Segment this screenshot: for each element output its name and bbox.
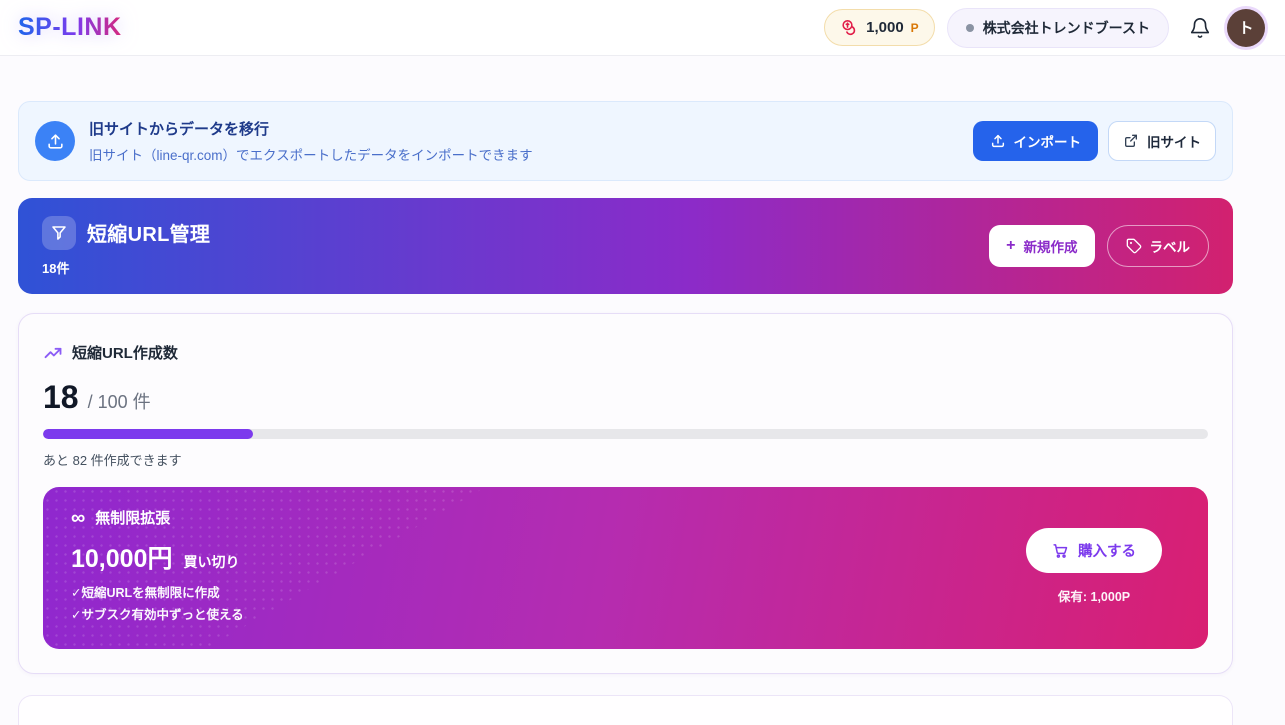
next-section-card <box>18 695 1233 725</box>
labels-button-label: ラベル <box>1150 236 1191 256</box>
company-name: 株式会社トレンドブースト <box>983 18 1150 38</box>
migration-banner-text: 旧サイトからデータを移行 旧サイト（line-qr.com）でエクスポートしたデ… <box>89 118 533 164</box>
promo-feature: ✓サブスク有効中ずっと使える <box>71 605 244 627</box>
points-badge[interactable]: 1,000 P <box>824 9 935 46</box>
promo-price: 10,000円 <box>71 539 172 575</box>
page-title: 短縮URL管理 <box>87 218 210 247</box>
old-site-button-label: 旧サイト <box>1147 131 1201 151</box>
trending-up-icon <box>43 343 63 363</box>
url-management-header: 短縮URL管理 18件 + 新規作成 ラベル <box>18 198 1233 294</box>
url-management-actions: + 新規作成 ラベル <box>989 225 1209 267</box>
import-button-label: インポート <box>1014 131 1082 151</box>
purchase-button-label: 購入する <box>1078 540 1136 561</box>
points-unit: P <box>911 21 919 35</box>
created-count: 18 <box>43 379 79 416</box>
filter-icon <box>50 224 68 242</box>
usage-progress-bar <box>43 429 1208 439</box>
unlimited-upgrade-promo: ∞ 無制限拡張 10,000円 買い切り ✓短縮URLを無制限に作成 ✓サブスク… <box>43 487 1208 649</box>
promo-feature: ✓短縮URLを無制限に作成 <box>71 583 244 605</box>
promo-title: 無制限拡張 <box>95 507 170 528</box>
main-content: 旧サイトからデータを移行 旧サイト（line-qr.com）でエクスポートしたデ… <box>18 101 1233 725</box>
status-dot-icon <box>966 24 974 32</box>
coins-icon <box>840 18 859 37</box>
header-actions: 1,000 P 株式会社トレンドブースト ト <box>824 8 1269 48</box>
import-button[interactable]: インポート <box>973 121 1099 161</box>
plus-icon: + <box>1006 238 1015 254</box>
labels-button[interactable]: ラベル <box>1107 225 1210 267</box>
filter-icon-badge <box>42 216 76 250</box>
create-new-button[interactable]: + 新規作成 <box>989 225 1094 267</box>
points-balance-text: 保有: 1,000P <box>1026 586 1162 605</box>
url-creation-stats-card: 短縮URL作成数 18 / 100 件 あと 82 件作成できます ∞ 無制限拡… <box>18 313 1233 674</box>
upload-icon-badge <box>35 121 75 161</box>
purchase-button[interactable]: 購入する <box>1026 528 1162 573</box>
remaining-count-text: あと 82 件作成できます <box>43 450 1208 469</box>
url-count-badge: 18件 <box>42 258 210 277</box>
upload-icon <box>990 133 1006 149</box>
old-site-button[interactable]: 旧サイト <box>1108 121 1216 161</box>
bell-icon <box>1189 17 1211 39</box>
migration-banner-subtitle: 旧サイト（line-qr.com）でエクスポートしたデータをインポートできます <box>89 144 533 164</box>
progress-fill <box>43 429 253 439</box>
notifications-button[interactable] <box>1185 13 1215 43</box>
migration-banner: 旧サイトからデータを移行 旧サイト（line-qr.com）でエクスポートしたデ… <box>18 101 1233 181</box>
upload-icon <box>46 132 65 151</box>
stats-card-title: 短縮URL作成数 <box>72 342 178 363</box>
promo-feature-list: ✓短縮URLを無制限に作成 ✓サブスク有効中ずっと使える <box>71 583 244 627</box>
promo-details: ∞ 無制限拡張 10,000円 買い切り ✓短縮URLを無制限に作成 ✓サブスク… <box>71 507 244 627</box>
avatar-letter: ト <box>1238 17 1253 38</box>
cart-icon <box>1052 542 1069 559</box>
migration-banner-actions: インポート 旧サイト <box>973 121 1217 161</box>
user-avatar[interactable]: ト <box>1227 9 1265 47</box>
app-logo[interactable]: SP-LINK <box>10 9 130 46</box>
external-link-icon <box>1123 133 1139 149</box>
promo-price-note: 買い切り <box>183 552 239 572</box>
app-header: SP-LINK 1,000 P 株式会社トレンドブースト <box>0 0 1285 56</box>
infinity-icon: ∞ <box>71 508 85 528</box>
tag-icon <box>1126 238 1142 254</box>
create-new-button-label: 新規作成 <box>1024 236 1078 256</box>
migration-banner-title: 旧サイトからデータを移行 <box>89 118 533 139</box>
count-limit: / 100 件 <box>88 388 151 414</box>
promo-purchase-block: 購入する 保有: 1,000P <box>1026 528 1180 605</box>
url-management-title-block: 短縮URL管理 18件 <box>42 216 210 277</box>
points-value: 1,000 <box>866 19 904 36</box>
company-selector[interactable]: 株式会社トレンドブースト <box>947 8 1169 48</box>
